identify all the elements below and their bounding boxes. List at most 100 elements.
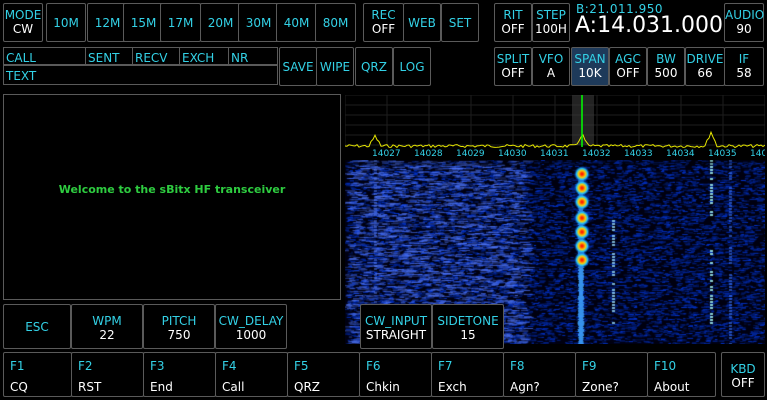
band-15m-label: 15M xyxy=(130,15,157,30)
if-label: IF xyxy=(738,52,750,66)
rec-value: OFF xyxy=(371,22,396,36)
sidetone-button[interactable]: SIDETONE 15 xyxy=(432,304,504,349)
save-button[interactable]: SAVE xyxy=(279,47,317,86)
drive-label: DRIVE xyxy=(686,52,724,66)
spectrum-display[interactable]: 14027 14028 14029 14030 14031 14032 14033 14034… xyxy=(345,95,765,157)
if-button[interactable]: IF 58 xyxy=(724,47,764,86)
band-10m-button[interactable]: 10M xyxy=(46,3,86,42)
wipe-label: WIPE xyxy=(319,59,351,74)
split-button[interactable]: SPLIT OFF xyxy=(494,47,532,86)
mode-label: MODE xyxy=(4,8,42,22)
frequency-tick-label: 14035 xyxy=(708,149,737,157)
macro-f3-button[interactable]: F3 End xyxy=(143,352,216,397)
macro-f9-label: Zone? xyxy=(582,380,619,394)
console-panel: Welcome to the sBitx HF transceiver xyxy=(3,94,341,300)
audio-button[interactable]: AUDIO 90 xyxy=(724,3,764,42)
band-30m-button[interactable]: 30M xyxy=(238,3,279,42)
wpm-label: WPM xyxy=(92,314,122,328)
cw-delay-label: CW_DELAY xyxy=(218,314,284,328)
macro-f4-button[interactable]: F4 Call xyxy=(215,352,288,397)
agc-label: AGC xyxy=(615,52,641,66)
band-40m-label: 40M xyxy=(283,15,310,30)
band-40m-button[interactable]: 40M xyxy=(276,3,317,42)
band-80m-button[interactable]: 80M xyxy=(315,3,356,42)
exch-label: EXCH xyxy=(182,51,215,65)
band-17m-label: 17M xyxy=(167,15,194,30)
pitch-button[interactable]: PITCH 750 xyxy=(143,304,215,349)
nr-field[interactable]: NR xyxy=(228,47,278,65)
split-label: SPLIT xyxy=(496,52,530,66)
log-button[interactable]: LOG xyxy=(393,47,431,86)
rec-button[interactable]: REC OFF xyxy=(363,3,404,42)
text-field[interactable]: TEXT xyxy=(3,65,278,85)
qrz-button[interactable]: QRZ xyxy=(355,47,393,86)
frequency-tick-label: 14027 xyxy=(372,149,401,157)
qrz-label: QRZ xyxy=(360,59,387,74)
macro-f5-button[interactable]: F5 QRZ xyxy=(287,352,360,397)
macro-f6-key: F6 xyxy=(366,359,381,373)
recv-label: RECV xyxy=(135,51,168,65)
macro-f10-button[interactable]: F10 About xyxy=(647,352,716,397)
cw-input-value: STRAIGHT xyxy=(365,328,427,342)
agc-button[interactable]: AGC OFF xyxy=(609,47,647,86)
cw-delay-button[interactable]: CW_DELAY 1000 xyxy=(215,304,287,349)
wipe-button[interactable]: WIPE xyxy=(316,47,354,86)
macro-f7-button[interactable]: F7 Exch xyxy=(431,352,504,397)
span-value: 10K xyxy=(578,66,602,80)
welcome-message: Welcome to the sBitx HF transceiver xyxy=(58,183,286,196)
span-label: SPAN xyxy=(574,52,606,66)
exch-field[interactable]: EXCH xyxy=(179,47,229,65)
vfo-a-frequency[interactable]: A:14.031.000 xyxy=(575,13,723,38)
drive-button[interactable]: DRIVE 66 xyxy=(685,47,725,86)
bw-label: BW xyxy=(656,52,676,66)
step-value: 100H xyxy=(535,22,567,36)
call-field[interactable]: CALL xyxy=(3,47,86,65)
set-button[interactable]: SET xyxy=(441,3,479,42)
passband-highlight xyxy=(572,95,594,145)
macro-f4-label: Call xyxy=(222,380,245,394)
rit-label: RIT xyxy=(503,8,523,22)
log-label: LOG xyxy=(399,59,425,74)
sent-field[interactable]: SENT xyxy=(85,47,133,65)
wpm-button[interactable]: WPM 22 xyxy=(71,304,143,349)
nr-label: NR xyxy=(231,51,249,65)
kbd-label: KBD xyxy=(730,362,756,376)
web-button[interactable]: WEB xyxy=(403,3,441,42)
vfo-button[interactable]: VFO A xyxy=(532,47,570,86)
sidetone-value: 15 xyxy=(460,328,476,342)
macro-f10-key: F10 xyxy=(654,359,677,373)
mode-button[interactable]: MODE CW xyxy=(3,3,43,42)
step-button[interactable]: STEP 100H xyxy=(532,3,570,42)
band-17m-button[interactable]: 17M xyxy=(160,3,201,42)
cw-input-label: CW_INPUT xyxy=(364,314,428,328)
band-12m-button[interactable]: 12M xyxy=(87,3,128,42)
recv-field[interactable]: RECV xyxy=(132,47,180,65)
band-10m-label: 10M xyxy=(53,15,79,30)
kbd-button[interactable]: KBD OFF xyxy=(721,352,765,397)
macro-f1-button[interactable]: F1 CQ xyxy=(3,352,72,397)
span-button[interactable]: SPAN 10K xyxy=(571,47,609,86)
rit-button[interactable]: RIT OFF xyxy=(494,3,532,42)
text-label: TEXT xyxy=(6,69,37,83)
macro-f9-button[interactable]: F9 Zone? xyxy=(575,352,648,397)
macro-f8-button[interactable]: F8 Agn? xyxy=(503,352,576,397)
kbd-value: OFF xyxy=(731,376,755,390)
band-30m-label: 30M xyxy=(245,15,272,30)
web-label: WEB xyxy=(408,15,436,30)
cw-input-button[interactable]: CW_INPUT STRAIGHT xyxy=(360,304,432,349)
band-15m-button[interactable]: 15M xyxy=(123,3,164,42)
macro-f2-label: RST xyxy=(78,380,102,394)
band-20m-button[interactable]: 20M xyxy=(200,3,241,42)
macro-f7-key: F7 xyxy=(438,359,453,373)
bw-value: 500 xyxy=(654,66,678,80)
macro-f8-key: F8 xyxy=(510,359,525,373)
macro-f2-button[interactable]: F2 RST xyxy=(71,352,144,397)
audio-label: AUDIO xyxy=(725,8,765,22)
macro-f6-button[interactable]: F6 Chkin xyxy=(359,352,432,397)
band-80m-label: 80M xyxy=(322,15,349,30)
bw-button[interactable]: BW 500 xyxy=(647,47,685,86)
esc-button[interactable]: ESC xyxy=(3,304,71,349)
set-label: SET xyxy=(448,15,472,30)
if-value: 58 xyxy=(736,66,752,80)
mode-value: CW xyxy=(12,22,34,36)
